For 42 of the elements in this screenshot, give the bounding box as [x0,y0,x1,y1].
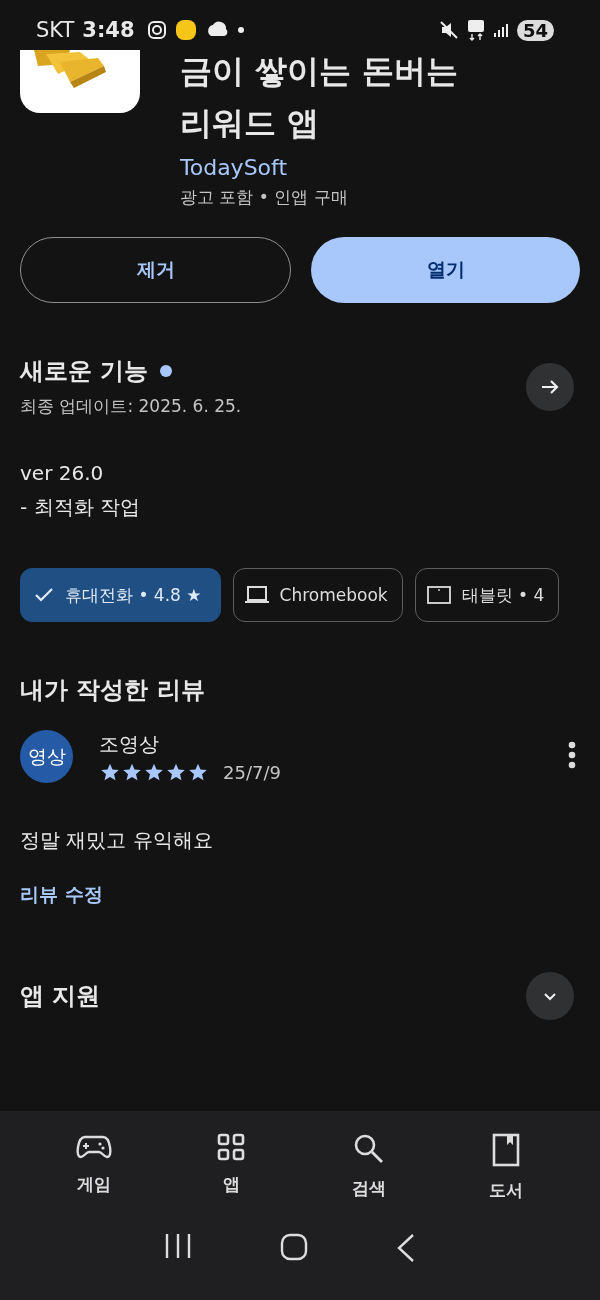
app-meta: 광고 포함 • 인앱 구매 [180,186,349,209]
device-chip[interactable]: 휴대전화 • 4.8 ★ [20,568,221,622]
search-icon [352,1133,385,1165]
app-icon [20,50,140,113]
review-text: 정말 재밌고 유익해요 [19,827,214,854]
section-title: 내가 작성한 리뷰 [19,675,206,706]
release-notes: - 최적화 작업 [20,494,141,521]
section-title: 새로운 기능 [20,356,149,387]
book-icon [492,1133,521,1167]
battery-level: 54 [516,19,554,41]
mute-icon [438,20,459,40]
network-icon [466,19,485,41]
laptop-icon [243,584,270,606]
section-title: 앱 지원 [20,981,101,1012]
camera-icon [146,20,167,40]
nav-tab[interactable]: 검색 [328,1133,409,1213]
nav-tab[interactable]: 앱 [191,1133,272,1213]
app-title: 금이 쌓이는 돈버는 리워드 앱 [180,51,459,144]
back-icon[interactable] [396,1233,416,1263]
carrier-name: SKT [36,18,75,42]
app-notification-icon [174,19,197,41]
reviewer-name: 조영상 [99,730,160,758]
apps-grid-icon [217,1133,246,1161]
user-avatar: 영상 [20,730,73,783]
dot-icon [236,26,245,34]
update-date: 최종 업데이트: 2025. 6. 25. [20,395,242,418]
recent-apps-icon[interactable] [164,1233,192,1259]
version-text: ver 26.0 [20,460,105,487]
developer-link[interactable]: TodaySoft [180,155,459,180]
review-date: 25/7/9 [223,761,281,783]
gamepad-icon [75,1133,112,1161]
tablet-icon [425,584,452,606]
arrow-button[interactable] [526,362,574,411]
device-chip[interactable]: 태블릿 • 4 [414,568,560,622]
nav-tab[interactable]: 게임 [53,1133,134,1213]
signal-icon [492,22,509,38]
home-icon[interactable] [280,1233,308,1261]
clock: 3:48 [82,18,135,42]
nav-tab[interactable]: 도서 [466,1133,547,1213]
open-button[interactable]: 열기 [311,237,580,303]
device-chip[interactable]: Chromebook [232,568,403,622]
edit-review-link[interactable]: 리뷰 수정 [0,854,123,908]
